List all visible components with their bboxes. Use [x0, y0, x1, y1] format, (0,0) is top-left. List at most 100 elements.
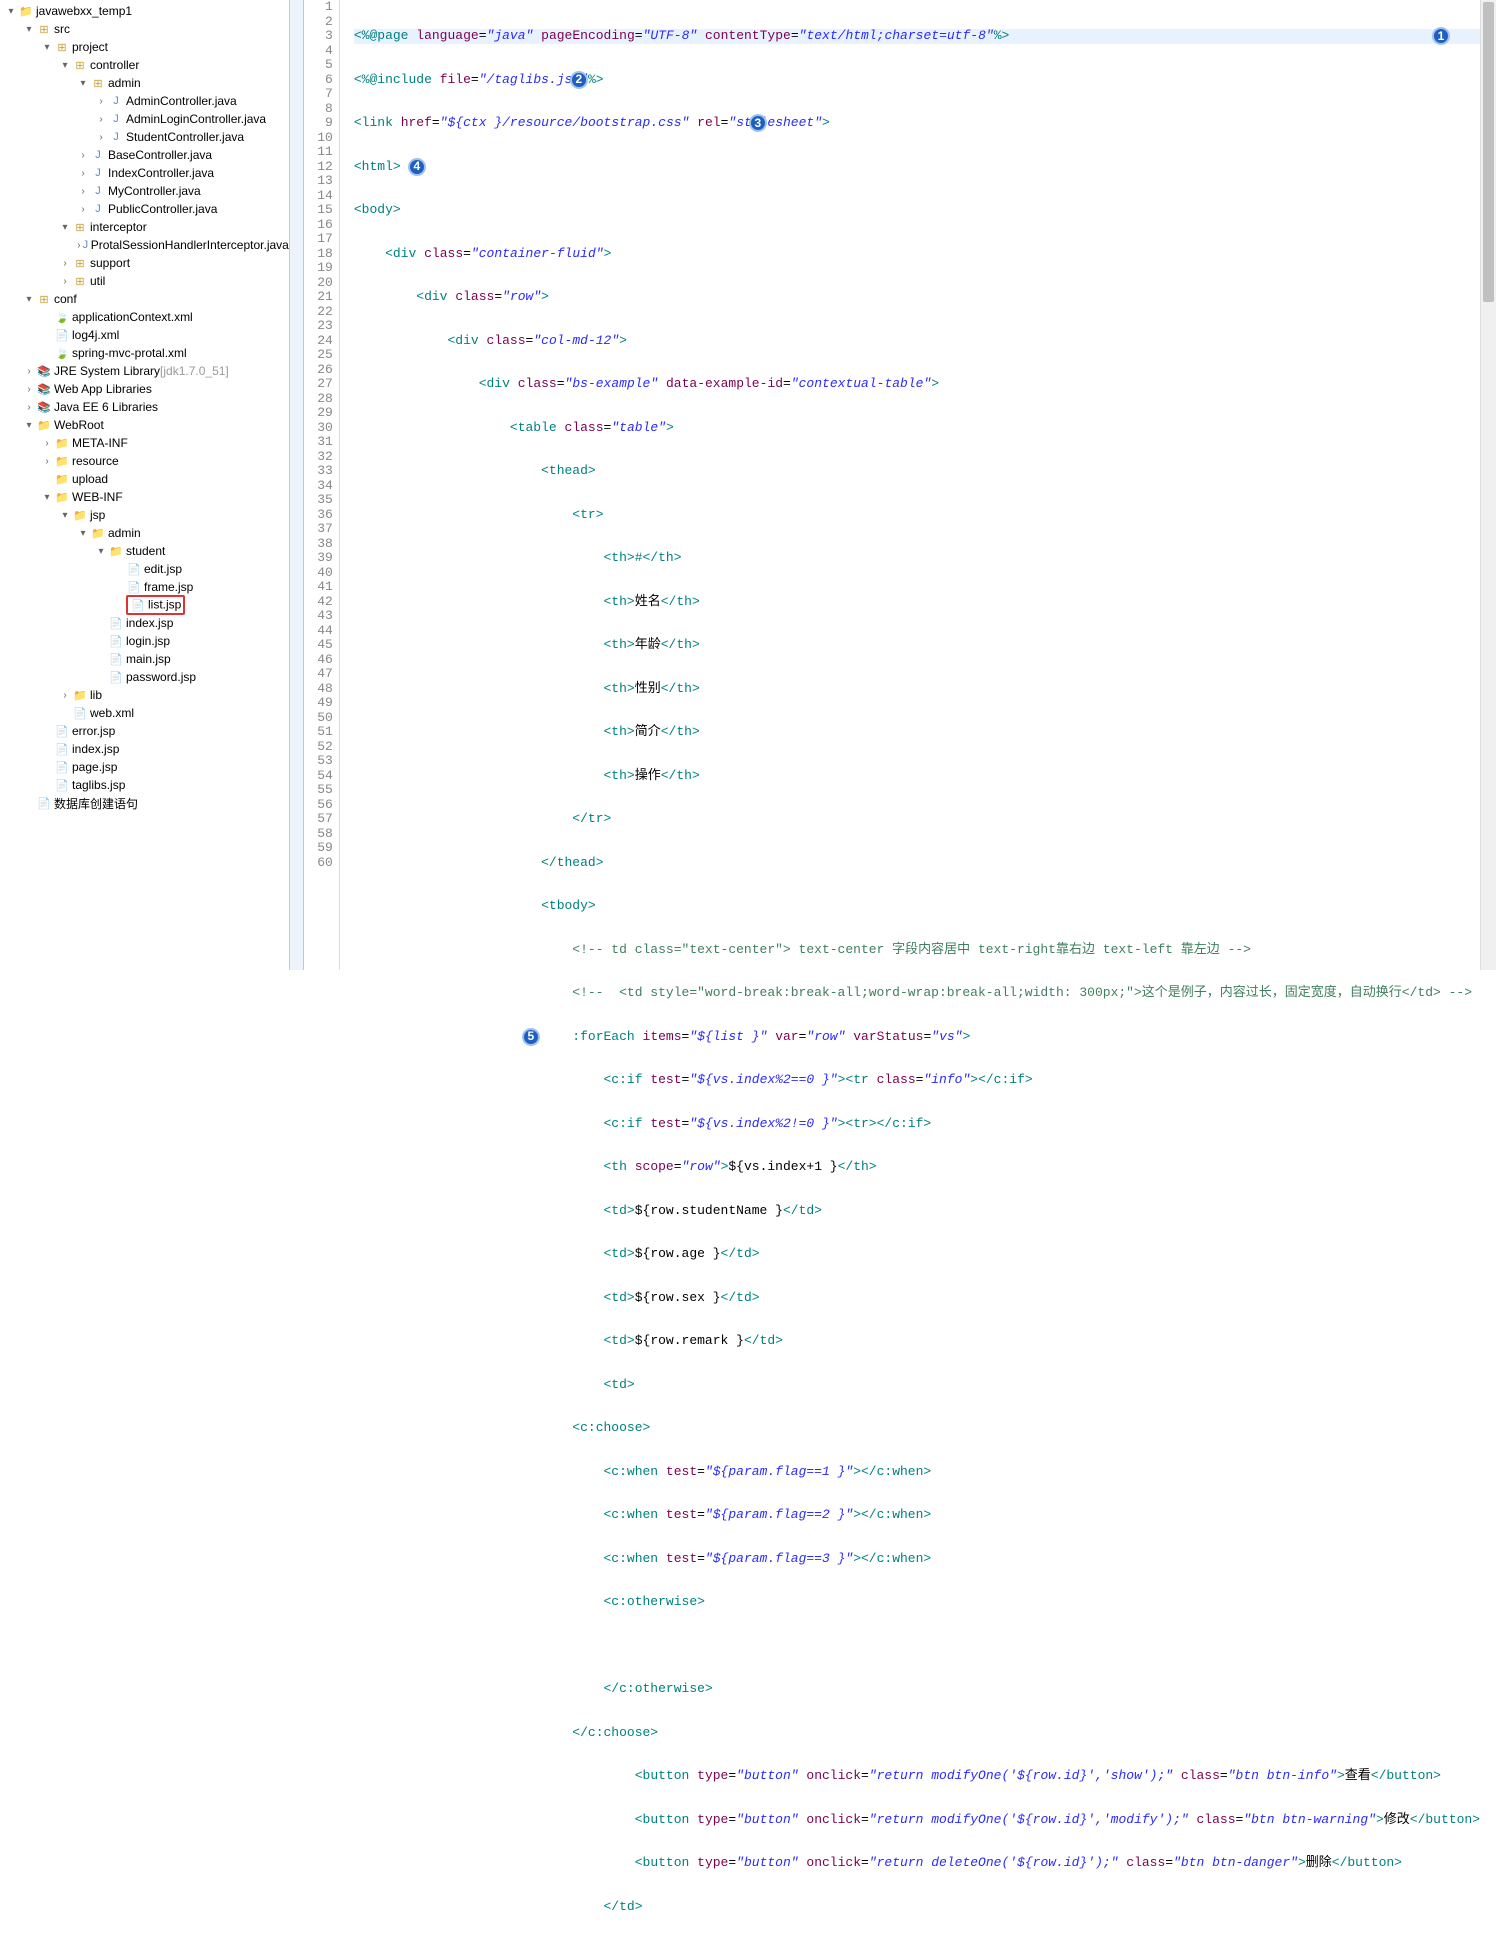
tree-label: Java EE 6 Libraries: [54, 400, 158, 414]
pkg-admin[interactable]: ▾⊞admin: [0, 74, 289, 92]
tree-label: login.jsp: [126, 634, 170, 648]
folder-jsp-student[interactable]: ▾📁student: [0, 542, 289, 560]
tree-label: support: [90, 256, 130, 270]
annotation-badge-5: 5: [522, 1028, 540, 1046]
file-my-controller[interactable]: ›JMyController.java: [0, 182, 289, 200]
tree-label: index.jsp: [126, 616, 173, 630]
pkg-support[interactable]: ›⊞support: [0, 254, 289, 272]
project-root[interactable]: ▾📁javawebxx_temp1: [0, 2, 289, 20]
tree-label: StudentController.java: [126, 130, 244, 144]
pkg-controller[interactable]: ▾⊞controller: [0, 56, 289, 74]
tree-label: log4j.xml: [72, 328, 119, 342]
tree-label: WEB-INF: [72, 490, 123, 504]
folder-upload[interactable]: 📁upload: [0, 470, 289, 488]
tree-label: JRE System Library: [54, 364, 160, 378]
tree-label: taglibs.jsp: [72, 778, 125, 792]
tree-label: lib: [90, 688, 102, 702]
folder-resource[interactable]: ›📁resource: [0, 452, 289, 470]
lib-webapp[interactable]: ›📚Web App Libraries: [0, 380, 289, 398]
tree-label: controller: [90, 58, 139, 72]
pkg-interceptor[interactable]: ▾⊞interceptor: [0, 218, 289, 236]
tree-label: upload: [72, 472, 108, 486]
tree-label: edit.jsp: [144, 562, 182, 576]
tree-label: index.jsp: [72, 742, 119, 756]
file-protal-session[interactable]: ›JProtalSessionHandlerInterceptor.java: [0, 236, 289, 254]
tree-label: interceptor: [90, 220, 147, 234]
tree-label: javawebxx_temp1: [36, 4, 132, 18]
line-gutter: 1234567891011121314151617181920212223242…: [304, 0, 340, 970]
file-list-jsp[interactable]: 📄list.jsp: [0, 596, 289, 614]
tree-label: applicationContext.xml: [72, 310, 193, 324]
tree-label: project: [72, 40, 108, 54]
file-main-jsp[interactable]: 📄main.jsp: [0, 650, 289, 668]
file-base-controller[interactable]: ›JBaseController.java: [0, 146, 289, 164]
file-admin-login-controller[interactable]: ›JAdminLoginController.java: [0, 110, 289, 128]
tree-label: spring-mvc-protal.xml: [72, 346, 187, 360]
project-explorer[interactable]: ▾📁javawebxx_temp1 ▾⊞src ▾⊞project ▾⊞cont…: [0, 0, 290, 970]
code-editor[interactable]: 1234567891011121314151617181920212223242…: [290, 0, 1496, 970]
file-edit-jsp[interactable]: 📄edit.jsp: [0, 560, 289, 578]
tree-label: PublicController.java: [108, 202, 217, 216]
tree-label: conf: [54, 292, 77, 306]
lib-version: [jdk1.7.0_51]: [160, 364, 229, 378]
tree-label: list.jsp: [148, 598, 181, 612]
file-password-jsp[interactable]: 📄password.jsp: [0, 668, 289, 686]
file-web-xml[interactable]: 📄web.xml: [0, 704, 289, 722]
lib-jre[interactable]: ›📚JRE System Library [jdk1.7.0_51]: [0, 362, 289, 380]
folder-lib[interactable]: ›📁lib: [0, 686, 289, 704]
tree-label: AdminController.java: [126, 94, 237, 108]
tree-label: resource: [72, 454, 119, 468]
folder-jsp[interactable]: ▾📁jsp: [0, 506, 289, 524]
tree-label: admin: [108, 526, 141, 540]
src-folder[interactable]: ▾⊞src: [0, 20, 289, 38]
file-app-context[interactable]: 🍃applicationContext.xml: [0, 308, 289, 326]
folder-webinf[interactable]: ▾📁WEB-INF: [0, 488, 289, 506]
file-index-controller[interactable]: ›JIndexController.java: [0, 164, 289, 182]
file-taglibs-jsp[interactable]: 📄taglibs.jsp: [0, 776, 289, 794]
scrollbar-thumb[interactable]: [1483, 2, 1494, 302]
tree-label: src: [54, 22, 70, 36]
file-admin-controller[interactable]: ›JAdminController.java: [0, 92, 289, 110]
tree-label: META-INF: [72, 436, 128, 450]
file-student-controller[interactable]: ›JStudentController.java: [0, 128, 289, 146]
tree-label: error.jsp: [72, 724, 115, 738]
vertical-scrollbar[interactable]: [1480, 0, 1496, 970]
tree-label: student: [126, 544, 165, 558]
file-spring-mvc[interactable]: 🍃spring-mvc-protal.xml: [0, 344, 289, 362]
tree-label: page.jsp: [72, 760, 117, 774]
file-public-controller[interactable]: ›JPublicController.java: [0, 200, 289, 218]
editor-left-ruler: [290, 0, 304, 970]
tree-label: jsp: [90, 508, 105, 522]
code-area[interactable]: <%@page language="java" pageEncoding="UT…: [340, 0, 1480, 970]
tree-label: frame.jsp: [144, 580, 193, 594]
annotation-badge-1: 1: [1432, 27, 1450, 45]
tree-label: ProtalSessionHandlerInterceptor.java: [91, 238, 289, 252]
folder-webroot[interactable]: ▾📁WebRoot: [0, 416, 289, 434]
annotation-badge-4: 4: [408, 158, 426, 176]
tree-label: web.xml: [90, 706, 134, 720]
tree-label: AdminLoginController.java: [126, 112, 266, 126]
file-error-jsp[interactable]: 📄error.jsp: [0, 722, 289, 740]
file-page-jsp[interactable]: 📄page.jsp: [0, 758, 289, 776]
pkg-util[interactable]: ›⊞util: [0, 272, 289, 290]
tree-label: main.jsp: [126, 652, 171, 666]
folder-jsp-admin[interactable]: ▾📁admin: [0, 524, 289, 542]
file-index-jsp-root[interactable]: 📄index.jsp: [0, 740, 289, 758]
tree-label: Web App Libraries: [54, 382, 152, 396]
tree-label: util: [90, 274, 105, 288]
tree-label: password.jsp: [126, 670, 196, 684]
tree-label: admin: [108, 76, 141, 90]
file-sql[interactable]: 📄数据库创建语句: [0, 794, 289, 812]
folder-metainf[interactable]: ›📁META-INF: [0, 434, 289, 452]
src-conf[interactable]: ▾⊞conf: [0, 290, 289, 308]
tree-label: WebRoot: [54, 418, 104, 432]
annotation-badge-2: 2: [570, 71, 588, 89]
pkg-project[interactable]: ▾⊞project: [0, 38, 289, 56]
file-index-jsp[interactable]: 📄index.jsp: [0, 614, 289, 632]
lib-javaee[interactable]: ›📚Java EE 6 Libraries: [0, 398, 289, 416]
tree-label: 数据库创建语句: [54, 795, 138, 812]
file-log4j[interactable]: 📄log4j.xml: [0, 326, 289, 344]
tree-label: IndexController.java: [108, 166, 214, 180]
file-login-jsp[interactable]: 📄login.jsp: [0, 632, 289, 650]
file-frame-jsp[interactable]: 📄frame.jsp: [0, 578, 289, 596]
